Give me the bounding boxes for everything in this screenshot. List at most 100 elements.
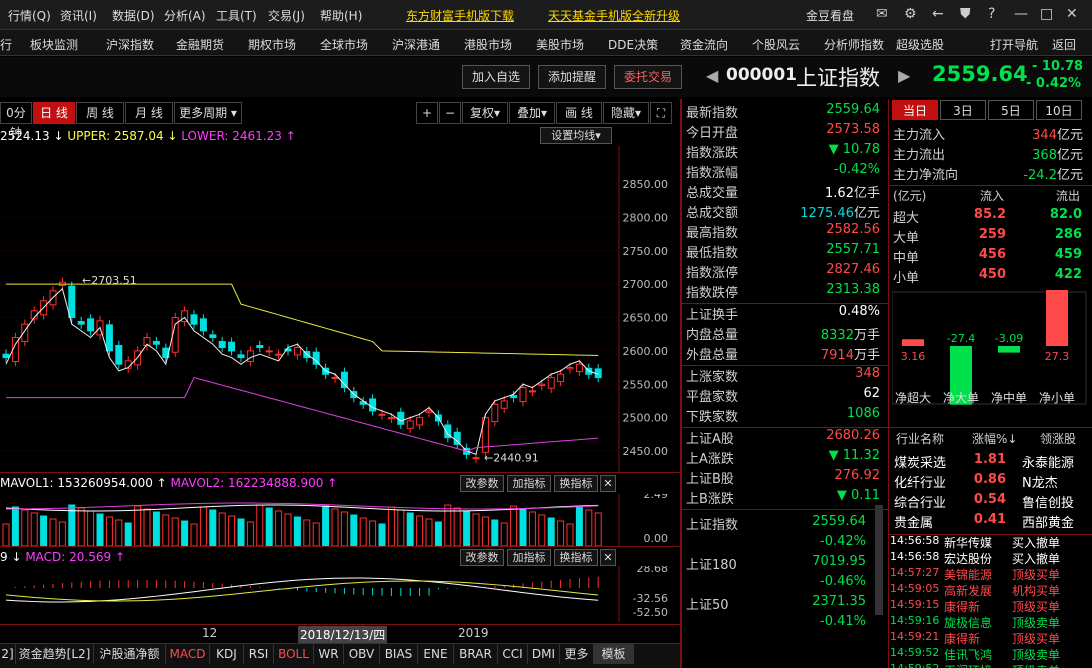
tick-stock[interactable]: 宏达股份 [944, 550, 992, 567]
promo-link-fund[interactable]: 天天基金手机版全新升级 [548, 7, 680, 24]
menu-item[interactable]: 行情(Q) [8, 7, 51, 24]
indicator-tab[interactable]: 沪股通净额 [94, 644, 166, 664]
prev-stock-icon[interactable]: ◀ [706, 66, 718, 85]
nav-item[interactable]: 沪深指数 [106, 36, 154, 53]
candlestick-chart[interactable]: 2850.00 2800.00 2750.00 2700.00 2650.00 2600.… [0, 146, 680, 472]
nav-item[interactable]: 全球市场 [320, 36, 368, 53]
maximize-icon[interactable]: □ [1040, 6, 1053, 22]
nav-item[interactable]: 期权市场 [248, 36, 296, 53]
menu-item[interactable]: 交易(J) [268, 7, 305, 24]
gold-bean-link[interactable]: 金豆看盘 [806, 7, 854, 24]
indicator-tab[interactable]: BRAR [454, 644, 498, 664]
macd-switch-indicator-button[interactable]: 换指标 [554, 549, 598, 566]
nav-item[interactable]: 个股风云 [752, 36, 800, 53]
tick-stock[interactable]: 康得新 [944, 630, 980, 647]
back-icon[interactable]: ← [932, 6, 944, 22]
adjust-button[interactable]: 复权▾ [462, 102, 508, 124]
shirt-icon[interactable]: ⛊ [960, 6, 971, 22]
indicator-tab[interactable]: 模板 [594, 644, 634, 664]
next-stock-icon[interactable]: ▶ [898, 66, 910, 85]
industry-name[interactable]: 煤炭采选 [894, 452, 946, 471]
period-month-button[interactable]: 月 线 [125, 102, 173, 124]
tab-5day[interactable]: 5日 [988, 100, 1034, 120]
draw-button[interactable]: 画 线 [556, 102, 602, 124]
tick-stock[interactable]: 美锦能源 [944, 566, 992, 583]
industry-leader[interactable]: 鲁信创投 [1022, 492, 1074, 511]
period-minute-button[interactable]: 0分钟 [0, 102, 32, 140]
tab-today[interactable]: 当日 [892, 100, 938, 120]
nav-item[interactable]: 打开导航 [990, 36, 1038, 53]
vol-close-icon[interactable]: ✕ [600, 475, 616, 492]
tab-3day[interactable]: 3日 [940, 100, 986, 120]
tick-stock[interactable]: 天润环境 [944, 662, 992, 668]
indicator-tab[interactable]: BOLL [274, 644, 314, 664]
industry-name[interactable]: 贵金属 [894, 512, 933, 531]
menu-item[interactable]: 数据(D) [112, 7, 155, 24]
trade-button[interactable]: 委托交易 [614, 65, 682, 89]
nav-item[interactable]: 港股市场 [464, 36, 512, 53]
indicator-tab[interactable]: WR [314, 644, 344, 664]
period-more-button[interactable]: 更多周期 ▾ [174, 102, 242, 124]
indicator-tab[interactable]: BIAS [380, 644, 418, 664]
minimize-icon[interactable]: — [1014, 6, 1028, 22]
tick-stock[interactable]: 新华传媒 [944, 534, 992, 551]
macd-close-icon[interactable]: ✕ [600, 549, 616, 566]
overlay-button[interactable]: 叠加▾ [509, 102, 555, 124]
menu-item[interactable]: 工具(T) [216, 7, 257, 24]
settings-icon[interactable]: ⚙ [904, 6, 917, 22]
industry-leader[interactable]: N龙杰 [1022, 472, 1058, 491]
nav-item[interactable]: 板块监测 [30, 36, 78, 53]
scrollbar[interactable] [875, 505, 883, 615]
nav-item[interactable]: 资金流向 [680, 36, 728, 53]
close-icon[interactable]: ✕ [1066, 6, 1078, 22]
volume-chart[interactable]: 2.49 0.00 [0, 494, 680, 546]
zoom-in-button[interactable]: + [416, 102, 438, 124]
indicator-tab[interactable]: CCI [498, 644, 528, 664]
nav-item[interactable]: 金融期货 [176, 36, 224, 53]
hide-button[interactable]: 隐藏▾ [603, 102, 649, 124]
vol-switch-indicator-button[interactable]: 换指标 [554, 475, 598, 492]
nav-item[interactable]: 行 [0, 36, 12, 53]
period-week-button[interactable]: 周 线 [76, 102, 124, 124]
mail-icon[interactable]: ✉ [876, 6, 888, 22]
indicator-tab[interactable]: DMI [528, 644, 560, 664]
nav-item[interactable]: 美股市场 [536, 36, 584, 53]
nav-item[interactable]: 沪深港通 [392, 36, 440, 53]
indicator-tab[interactable]: KDJ [210, 644, 244, 664]
indicator-tab[interactable]: 资金趋势[L2] [16, 644, 94, 664]
indicator-tab[interactable]: OBV [344, 644, 380, 664]
tick-stock[interactable]: 佳讯飞鸿 [944, 646, 992, 663]
nav-item[interactable]: 超级选股 [896, 36, 944, 53]
add-alert-button[interactable]: 添加提醒 [538, 65, 606, 89]
indicator-tab[interactable]: RSI [244, 644, 274, 664]
tick-stock[interactable]: 旋极信息 [944, 614, 992, 631]
macd-param-button[interactable]: 改参数 [460, 549, 504, 566]
industry-name[interactable]: 化纤行业 [894, 472, 946, 491]
industry-leader[interactable]: 西部黄金 [1022, 512, 1074, 531]
indicator-tab[interactable]: 2] [0, 644, 16, 664]
fullscreen-icon[interactable]: ⛶ [650, 102, 672, 124]
zoom-out-button[interactable]: − [439, 102, 461, 124]
macd-chart[interactable]: 28.68 -32.56-52.50 [0, 566, 680, 622]
macd-add-indicator-button[interactable]: 加指标 [507, 549, 551, 566]
menu-item[interactable]: 帮助(H) [320, 7, 362, 24]
vol-param-button[interactable]: 改参数 [460, 475, 504, 492]
add-watchlist-button[interactable]: 加入自选 [462, 65, 530, 89]
indicator-tab[interactable]: ENE [418, 644, 454, 664]
period-day-button[interactable]: 日 线 [33, 102, 75, 124]
indicator-tab[interactable]: 更多 [560, 644, 594, 664]
industry-leader[interactable]: 永泰能源 [1022, 452, 1074, 471]
ma-setting-button[interactable]: 设置均线▾ [540, 127, 612, 144]
tick-stock[interactable]: 康得新 [944, 598, 980, 615]
industry-name[interactable]: 综合行业 [894, 492, 946, 511]
menu-item[interactable]: 资讯(I) [60, 7, 97, 24]
tick-stock[interactable]: 高新发展 [944, 582, 992, 599]
promo-link-app[interactable]: 东方财富手机版下载 [406, 7, 514, 24]
indicator-tab[interactable]: MACD [166, 644, 210, 664]
nav-item[interactable]: 分析师指数 [824, 36, 884, 53]
help-icon[interactable]: ? [988, 6, 995, 22]
nav-item[interactable]: DDE决策 [608, 36, 658, 53]
tab-10day[interactable]: 10日 [1036, 100, 1082, 120]
menu-item[interactable]: 分析(A) [164, 7, 206, 24]
nav-item[interactable]: 返回 [1052, 36, 1076, 53]
